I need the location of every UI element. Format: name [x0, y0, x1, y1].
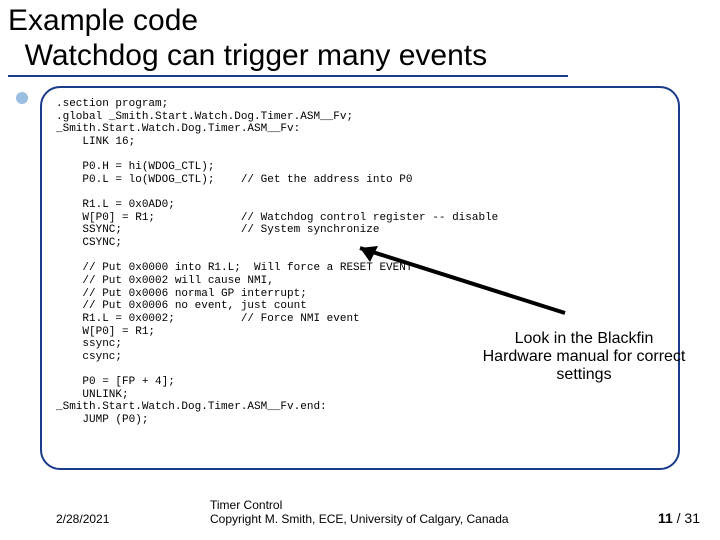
- annotation-text: Look in the Blackfin Hardware manual for…: [454, 330, 714, 384]
- code-line: W[P0] = R1;: [56, 326, 155, 338]
- page-sep: /: [673, 510, 685, 526]
- code-line: // Put 0x0006 normal GP interrupt;: [56, 288, 307, 300]
- code-line: P0.L = lo(WDOG_CTL); // Get the address …: [56, 174, 412, 186]
- code-line: P0.H = hi(WDOG_CTL);: [56, 161, 214, 173]
- code-line: // Put 0x0000 into R1.L; Will force a RE…: [56, 262, 412, 274]
- page-current: 11: [658, 510, 673, 526]
- code-line: CSYNC;: [56, 237, 122, 249]
- slide-footer: 2/28/2021 Timer Control Copyright M. Smi…: [0, 498, 720, 526]
- code-line: W[P0] = R1; // Watchdog control register…: [56, 212, 498, 224]
- footer-date: 2/28/2021: [0, 512, 210, 526]
- title-line-1: Example code: [8, 4, 198, 37]
- annotation-line-1: Look in the Blackfin: [515, 330, 654, 347]
- page-total: 31: [684, 510, 700, 526]
- code-listing: .section program; .global _Smith.Start.W…: [40, 86, 680, 470]
- bullet-decor: [16, 92, 28, 104]
- code-line: // Put 0x0002 will cause NMI,: [56, 275, 274, 287]
- code-line: .section program;: [56, 98, 168, 110]
- footer-copyright: Timer Control Copyright M. Smith, ECE, U…: [210, 498, 620, 526]
- code-line: .global _Smith.Start.Watch.Dog.Timer.ASM…: [56, 111, 353, 123]
- code-line: _Smith.Start.Watch.Dog.Timer.ASM__Fv.end…: [56, 401, 327, 413]
- code-line: LINK 16;: [56, 136, 135, 148]
- code-line: UNLINK;: [56, 389, 129, 401]
- code-line: // Put 0x0006 no event, just count: [56, 300, 307, 312]
- code-line: SSYNC; // System synchronize: [56, 224, 379, 236]
- code-line: csync;: [56, 351, 122, 363]
- code-line: R1.L = 0x0002; // Force NMI event: [56, 313, 360, 325]
- annotation-line-2: Hardware manual for correct settings: [483, 348, 686, 383]
- footer-mid-2: Copyright M. Smith, ECE, University of C…: [210, 512, 509, 526]
- code-line: _Smith.Start.Watch.Dog.Timer.ASM__Fv:: [56, 123, 300, 135]
- code-line: P0 = [FP + 4];: [56, 376, 175, 388]
- footer-mid-1: Timer Control: [210, 498, 282, 512]
- title-line-2: Watchdog can trigger many events: [25, 39, 487, 72]
- slide-title: Example code Watchdog can trigger many e…: [0, 0, 720, 77]
- title-heading: Example code Watchdog can trigger many e…: [8, 4, 568, 77]
- code-line: JUMP (P0);: [56, 414, 148, 426]
- footer-page: 11 / 31: [620, 510, 720, 526]
- code-line: ssync;: [56, 338, 122, 350]
- code-line: R1.L = 0x0AD0;: [56, 199, 175, 211]
